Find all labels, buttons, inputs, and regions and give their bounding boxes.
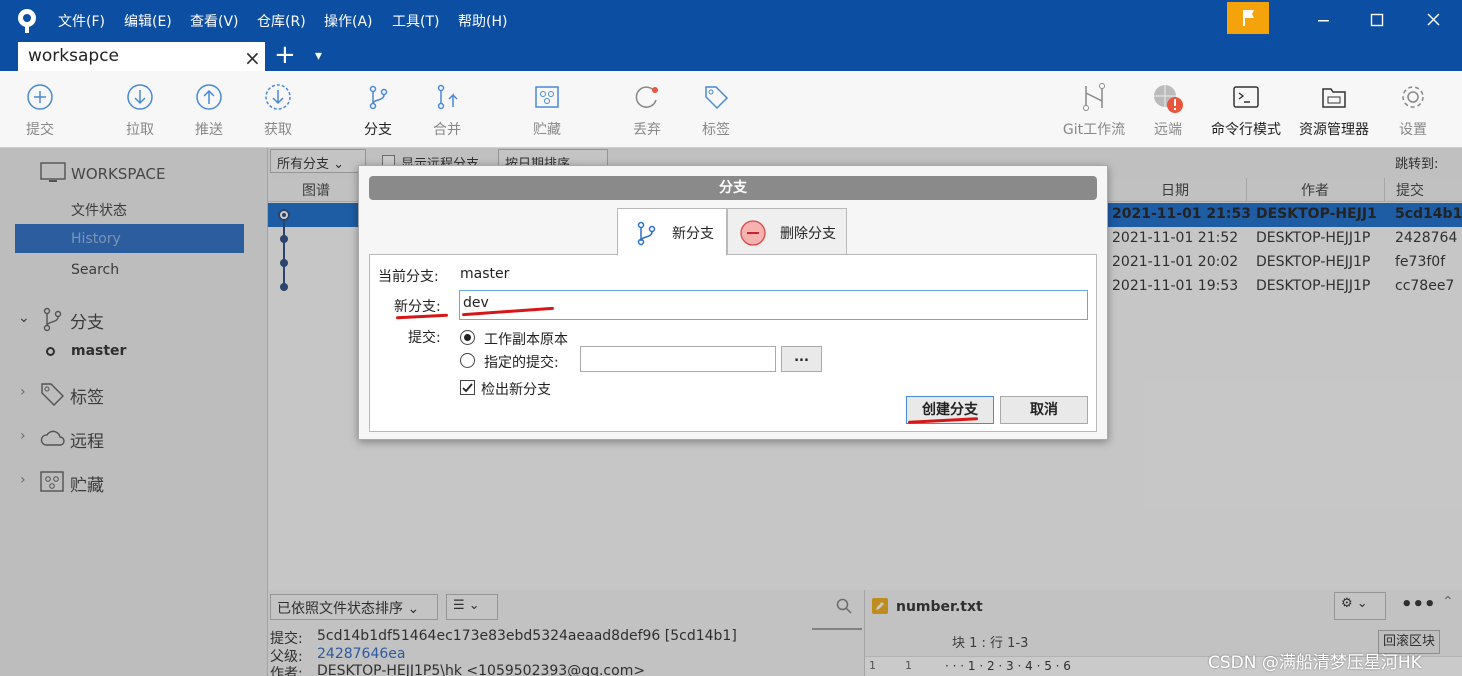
branch-icon: [364, 83, 392, 111]
branch-button[interactable]: 分支: [338, 71, 418, 148]
maximize-icon[interactable]: [1354, 0, 1400, 40]
tab-new-branch-label: 新分支: [672, 226, 714, 242]
arrow-up-circle-icon: [195, 83, 223, 111]
explorer-button[interactable]: 资源管理器: [1294, 71, 1374, 148]
pull-label: 拉取: [126, 122, 154, 138]
globe-icon: [1151, 83, 1185, 115]
cancel-label: 取消: [1030, 402, 1058, 418]
browse-commit-button[interactable]: ...: [781, 346, 822, 372]
tab-new-branch[interactable]: 新分支: [617, 208, 727, 256]
push-button[interactable]: 推送: [169, 71, 249, 148]
tag-label: 标签: [702, 122, 730, 138]
branch-icon: [634, 219, 658, 247]
terminal-button[interactable]: 命令行模式: [1206, 71, 1286, 148]
add-tab-icon[interactable]: +: [274, 40, 296, 70]
stash-icon: [533, 83, 561, 111]
radio-working-copy-label: 工作副本原本: [484, 332, 568, 348]
merge-label: 合并: [433, 122, 461, 138]
radio-specified-label: 指定的提交:: [484, 355, 559, 371]
current-branch-label: 当前分支:: [378, 269, 439, 285]
menu-actions[interactable]: 操作(A): [324, 11, 373, 31]
settings-label: 设置: [1399, 122, 1427, 138]
close-window-icon[interactable]: [1410, 0, 1456, 40]
gear-icon: [1399, 83, 1427, 111]
delete-icon: [740, 220, 766, 246]
dialog-body: 当前分支: master 新分支: dev 提交: 工作副本原本 指定的提交: …: [369, 254, 1097, 432]
commit-label: 提交: [26, 122, 54, 138]
tab-workspace[interactable]: worksapce ×: [18, 40, 265, 71]
fetch-label: 获取: [264, 122, 292, 138]
dialog-title: 分支: [369, 176, 1097, 200]
specified-commit-input[interactable]: [580, 346, 776, 372]
cancel-button[interactable]: 取消: [1000, 396, 1088, 424]
close-icon[interactable]: ×: [244, 48, 261, 68]
menu-edit[interactable]: 编辑(E): [124, 11, 172, 31]
menu-repository[interactable]: 仓库(R): [257, 11, 306, 31]
remote-label: 远端: [1154, 122, 1182, 138]
git-flow-label: Git工作流: [1062, 122, 1126, 138]
sourcetree-logo-icon: [16, 8, 38, 34]
stash-button[interactable]: 贮藏: [507, 71, 587, 148]
explorer-icon: [1320, 83, 1348, 111]
new-branch-label: 新分支:: [394, 299, 441, 315]
discard-label: 丢弃: [633, 122, 661, 138]
watermark: CSDN @满船清梦压星河HK: [1208, 653, 1422, 673]
toolbar: 提交 拉取 推送 获取 分支 合并 贮藏 丢弃 标签 Git工作流 远端 命令行…: [0, 71, 1462, 199]
explorer-label: 资源管理器: [1299, 122, 1369, 138]
tab-label: worksapce: [28, 46, 120, 66]
settings-button[interactable]: 设置: [1373, 71, 1453, 148]
commit-button[interactable]: 提交: [0, 71, 80, 148]
arrow-down-circle-icon: [126, 83, 154, 111]
tab-delete-branch[interactable]: 删除分支: [727, 208, 847, 256]
stash-label: 贮藏: [533, 122, 561, 138]
plus-circle-icon: [26, 83, 54, 111]
checkout-checkbox[interactable]: [460, 380, 475, 395]
title-bar: 文件(F) 编辑(E) 查看(V) 仓库(R) 操作(A) 工具(T) 帮助(H…: [0, 0, 1462, 40]
push-label: 推送: [195, 122, 223, 138]
create-branch-label: 创建分支: [922, 402, 978, 418]
merge-icon: [433, 83, 461, 111]
tag-icon: [702, 83, 730, 111]
discard-button[interactable]: 丢弃: [607, 71, 687, 148]
discard-icon: [633, 83, 661, 111]
branch-label: 分支: [364, 122, 392, 138]
radio-working-copy[interactable]: [460, 330, 475, 345]
menu-file[interactable]: 文件(F): [58, 11, 105, 31]
menu-help[interactable]: 帮助(H): [458, 11, 507, 31]
tab-delete-branch-label: 删除分支: [780, 226, 836, 242]
merge-button[interactable]: 合并: [407, 71, 487, 148]
checkout-label: 检出新分支: [481, 382, 551, 398]
radio-selected-dot: [464, 334, 471, 341]
tab-bar: worksapce × + ▾: [0, 40, 1462, 71]
menu-tools[interactable]: 工具(T): [392, 11, 439, 31]
terminal-icon: [1232, 83, 1260, 111]
chevron-down-icon[interactable]: ▾: [315, 48, 322, 64]
menu-view[interactable]: 查看(V): [190, 11, 239, 31]
radio-specified-commit[interactable]: [460, 353, 475, 368]
commit-label: 提交:: [408, 330, 441, 346]
browse-commit-label: ...: [794, 350, 809, 365]
branch-dialog: 分支 新分支 删除分支 当前分支: master 新分支: dev 提交: 工作…: [358, 165, 1108, 440]
minimize-icon[interactable]: [1300, 0, 1346, 40]
fetch-button[interactable]: 获取: [238, 71, 318, 148]
tag-button[interactable]: 标签: [676, 71, 756, 148]
remote-button[interactable]: 远端: [1128, 71, 1208, 148]
terminal-label: 命令行模式: [1211, 122, 1281, 138]
new-branch-input-value: dev: [463, 295, 489, 311]
git-flow-button[interactable]: Git工作流: [1054, 71, 1134, 148]
current-branch-value: master: [460, 266, 510, 282]
new-branch-input[interactable]: dev: [459, 290, 1088, 320]
git-flow-icon: [1080, 83, 1108, 111]
pull-button[interactable]: 拉取: [100, 71, 180, 148]
dashed-down-circle-icon: [264, 83, 292, 111]
flag-icon[interactable]: [1227, 2, 1269, 34]
